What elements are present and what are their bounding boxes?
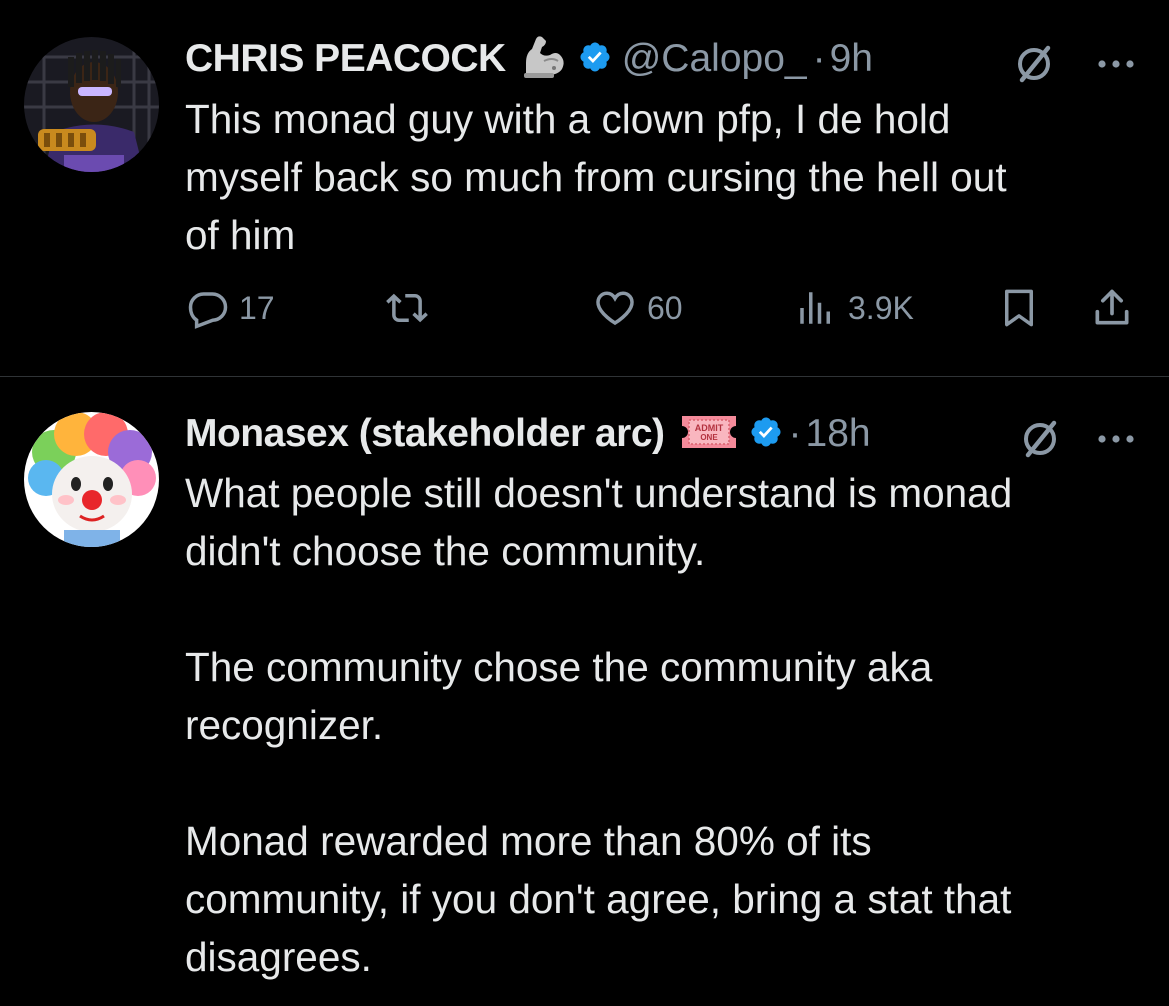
separator-dot: · bbox=[812, 37, 826, 80]
separator-dot: · bbox=[788, 412, 802, 455]
share-button[interactable] bbox=[1090, 278, 1134, 338]
tweet-header: Monasex (stakeholder arc) ADMIT ONE · 18… bbox=[185, 409, 871, 459]
display-name[interactable]: CHRIS PEACOCK bbox=[185, 37, 506, 81]
analytics-icon bbox=[800, 292, 830, 324]
timestamp[interactable]: 9h bbox=[830, 37, 873, 81]
tweet-2[interactable]: Monasex (stakeholder arc) ADMIT ONE · 18… bbox=[0, 377, 1169, 1006]
reply-count: 17 bbox=[239, 289, 275, 326]
display-name[interactable]: Monasex (stakeholder arc) bbox=[185, 412, 665, 456]
reply-button[interactable]: 17 bbox=[187, 278, 275, 338]
share-icon bbox=[1095, 289, 1129, 325]
like-count: 60 bbox=[647, 289, 683, 326]
user-handle[interactable]: @Calopo_ bbox=[622, 37, 807, 81]
views-button[interactable]: 3.9K bbox=[794, 278, 914, 338]
bookmark-button[interactable] bbox=[998, 278, 1040, 338]
verified-badge-icon[interactable] bbox=[749, 415, 783, 454]
more-options-icon[interactable] bbox=[1093, 419, 1139, 464]
timestamp[interactable]: 18h bbox=[806, 412, 871, 456]
grok-icon[interactable] bbox=[1012, 42, 1056, 91]
grok-icon[interactable] bbox=[1018, 417, 1062, 466]
more-options-icon[interactable] bbox=[1093, 44, 1139, 89]
flexed-biceps-emoji-icon bbox=[520, 35, 568, 84]
avatar[interactable] bbox=[24, 37, 159, 172]
retweet-icon bbox=[386, 293, 428, 323]
svg-text:ONE: ONE bbox=[700, 433, 718, 442]
admission-ticket-emoji-icon: ADMIT ONE bbox=[679, 410, 739, 459]
like-button[interactable]: 60 bbox=[593, 278, 683, 338]
tweet-header: CHRIS PEACOCK @Calopo_ · 9h bbox=[185, 34, 873, 84]
verified-badge-icon[interactable] bbox=[578, 40, 612, 79]
tweet-1[interactable]: CHRIS PEACOCK @Calopo_ · 9h This monad g… bbox=[0, 0, 1169, 376]
reply-icon bbox=[188, 292, 228, 329]
view-count: 3.9K bbox=[848, 289, 914, 326]
retweet-button[interactable] bbox=[384, 278, 430, 338]
bookmark-icon bbox=[1005, 289, 1033, 327]
avatar[interactable] bbox=[24, 412, 159, 547]
svg-text:ADMIT: ADMIT bbox=[694, 423, 723, 433]
tweet-text: What people still doesn't understand is … bbox=[185, 470, 1013, 980]
tweet-actions: 17 60 3.9K bbox=[0, 278, 1169, 338]
heart-icon bbox=[596, 291, 634, 326]
tweet-text: This monad guy with a clown pfp, I de ho… bbox=[185, 96, 1007, 258]
